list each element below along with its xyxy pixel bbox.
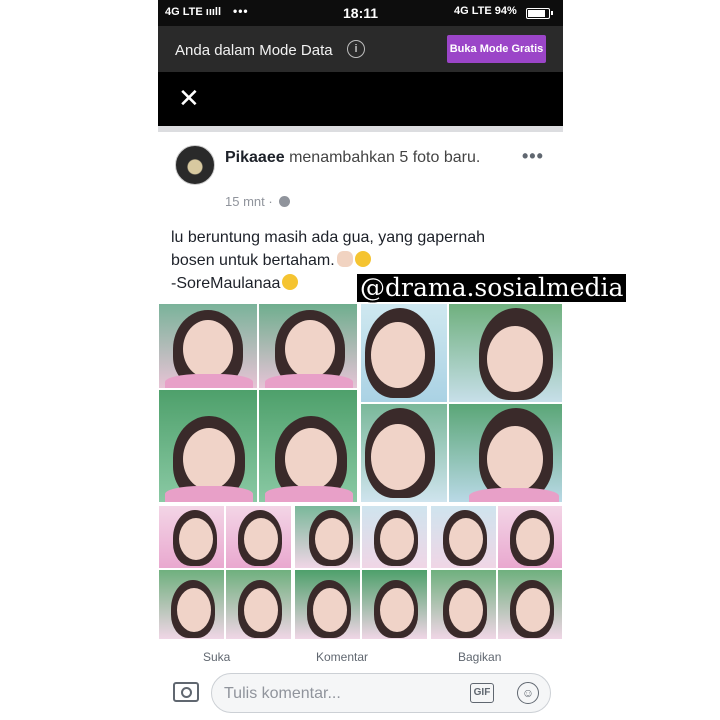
photo-tile[interactable] [360, 303, 448, 403]
photo-tile[interactable] [430, 505, 497, 569]
photo-tile[interactable] [258, 389, 358, 503]
photo-tile[interactable] [497, 569, 563, 640]
info-icon[interactable]: i [347, 40, 365, 58]
divider [158, 126, 563, 132]
photo-collage[interactable] [158, 303, 563, 640]
data-mode-bar: Anda dalam Mode Data i Buka Mode Gratis [158, 26, 563, 72]
photo-tile[interactable] [361, 569, 428, 640]
post-action: menambahkan 5 foto baru. [289, 149, 481, 166]
photo-tile[interactable] [361, 505, 428, 569]
gif-icon[interactable]: GIF [470, 683, 494, 703]
photo-tile[interactable] [225, 505, 292, 569]
photo-tile[interactable] [158, 389, 258, 503]
smiley-icon[interactable]: ☺ [517, 682, 539, 704]
globe-icon [279, 196, 291, 207]
more-options-icon[interactable]: ••• [522, 146, 544, 167]
network-label-right: 4G LTE 94% [454, 5, 517, 17]
photo-tile[interactable] [360, 403, 448, 503]
photo-tile[interactable] [158, 505, 225, 569]
avatar[interactable] [175, 145, 215, 185]
data-mode-text: Anda dalam Mode Data [175, 42, 333, 59]
author-name[interactable]: Pikaaee [225, 149, 285, 166]
reaction-bar: Suka Komentar Bagikan [158, 640, 563, 665]
photo-tile[interactable] [430, 569, 497, 640]
status-bar: 4G LTE ıııll ••• 18:11 4G LTE 94% [158, 0, 563, 26]
photo-tile[interactable] [497, 505, 563, 569]
comment-input[interactable]: Tulis komentar... GIF ☺ [211, 673, 551, 713]
battery-icon [526, 8, 553, 19]
comment-placeholder: Tulis komentar... [224, 685, 341, 702]
clock: 18:11 [343, 5, 379, 21]
hand-emoji-icon [336, 251, 353, 267]
photo-tile[interactable] [158, 569, 225, 640]
comment-button[interactable]: Komentar [316, 650, 368, 664]
photo-tile[interactable] [225, 569, 292, 640]
comment-bar: Tulis komentar... GIF ☺ [158, 664, 563, 720]
camera-icon[interactable] [173, 682, 199, 702]
phone-screen: 4G LTE ıııll ••• 18:11 4G LTE 94% Anda d… [158, 0, 563, 720]
photo-tile[interactable] [294, 505, 361, 569]
free-mode-button[interactable]: Buka Mode Gratis [447, 35, 546, 63]
photo-tile[interactable] [294, 569, 361, 640]
network-label-left: 4G LTE ıııll [165, 6, 222, 18]
like-button[interactable]: Suka [203, 650, 230, 664]
post-text-line: lu beruntung masih ada gua, yang gaperna… [171, 229, 486, 246]
post-time[interactable]: 15 mnt [225, 194, 265, 209]
watermark: @drama.sosialmedia [357, 274, 627, 302]
post-header: Pikaaee menambahkan 5 foto baru. [225, 147, 495, 169]
photo-tile[interactable] [258, 303, 358, 389]
post-text-line: bosen untuk bertaham. [171, 249, 556, 272]
notification-dots: ••• [233, 4, 249, 18]
meta-separator: · [268, 194, 273, 209]
photo-tile[interactable] [448, 303, 563, 403]
close-bar: ✕ [158, 72, 563, 126]
close-icon[interactable]: ✕ [178, 85, 200, 111]
face-emoji-icon [354, 251, 371, 267]
share-button[interactable]: Bagikan [458, 650, 501, 664]
hug-emoji-icon [282, 274, 299, 290]
photo-tile[interactable] [448, 403, 563, 503]
post-meta: 15 mnt · [225, 194, 291, 209]
photo-tile[interactable] [158, 303, 258, 389]
